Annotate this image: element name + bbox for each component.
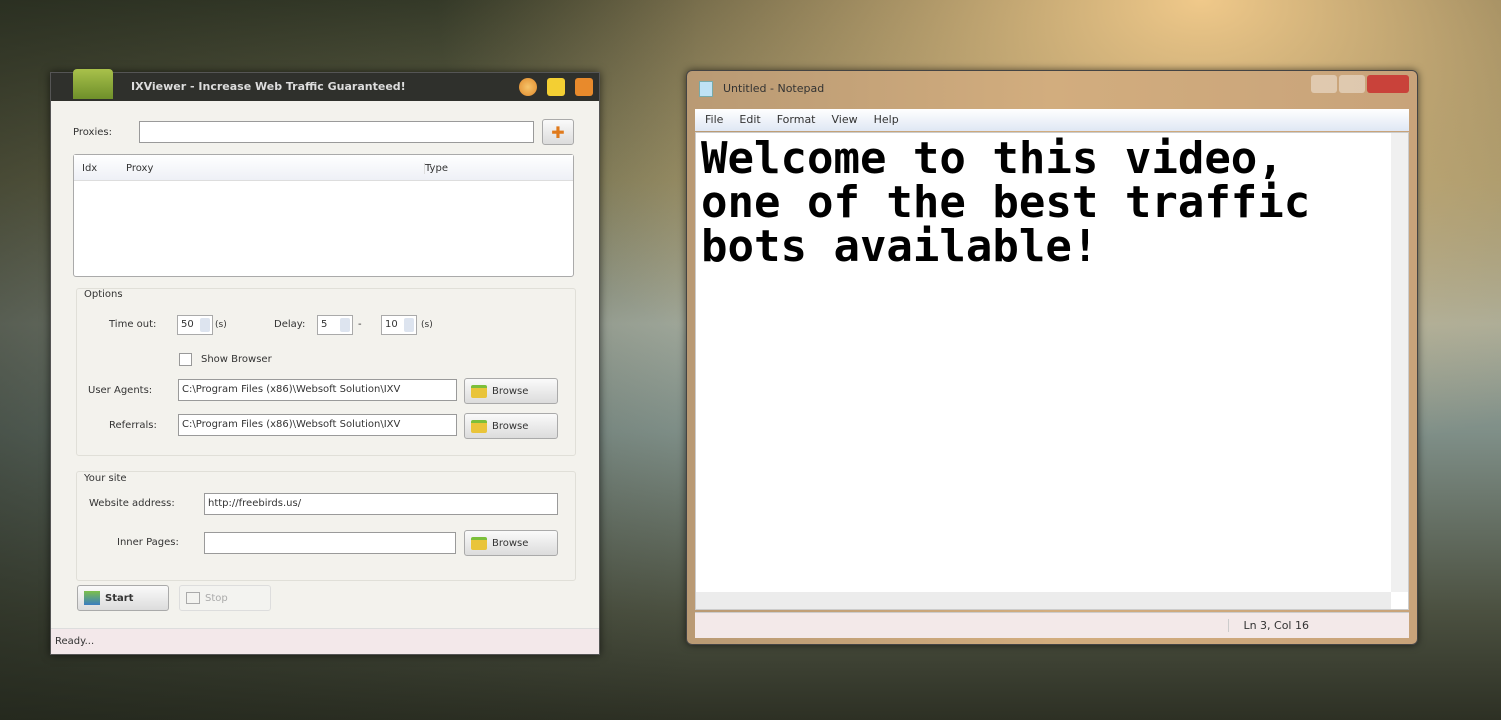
title-bar[interactable]: IXViewer - Increase Web Traffic Guarante… [51,69,599,101]
options-label: Options [84,289,123,300]
timeout-value: 50 [181,319,194,330]
delay-min-value: 5 [321,319,328,330]
menu-bar: File Edit Format View Help [695,109,1409,131]
text-editor[interactable]: Welcome to this video, one of the best t… [695,132,1409,610]
user-agents-label: User Agents: [88,385,153,396]
user-agents-browse-button[interactable]: Browse [464,378,558,404]
timeout-spinner[interactable]: 50 [177,315,213,335]
your-site-group [76,471,576,581]
menu-format[interactable]: Format [777,113,816,127]
status-bar: Ln 3, Col 16 [695,612,1409,638]
minimize-button[interactable] [547,78,565,96]
window-title: IXViewer - Increase Web Traffic Guarante… [131,80,406,93]
horizontal-scrollbar[interactable] [696,592,1391,609]
stop-label: Stop [205,592,228,604]
start-icon [84,591,100,605]
delay-max-value: 10 [385,319,398,330]
browse-label: Browse [492,420,529,432]
website-address-label: Website address: [89,498,175,509]
referrals-browse-button[interactable]: Browse [464,413,558,439]
browse-label: Browse [492,385,529,397]
column-idx[interactable]: Idx [82,163,97,174]
proxies-label: Proxies: [73,127,112,138]
notepad-icon [699,81,713,97]
folder-icon [471,384,487,398]
website-address-input[interactable]: http://freebirds.us/ [204,493,558,515]
cursor-position: Ln 3, Col 16 [1228,619,1309,632]
add-proxies-button[interactable]: ✚ [542,119,574,145]
vertical-scrollbar[interactable] [1391,133,1408,592]
delay-label: Delay: [274,319,306,330]
delay-min-spinner[interactable]: 5 [317,315,353,335]
menu-file[interactable]: File [705,113,723,127]
user-agents-input[interactable]: C:\Program Files (x86)\Websoft Solution\… [178,379,457,401]
status-bar: Ready... [51,628,599,654]
your-site-label: Your site [84,473,127,484]
close-button[interactable] [1367,75,1409,93]
maximize-button[interactable] [1339,75,1365,93]
status-text: Ready... [55,636,95,647]
referrals-input[interactable]: C:\Program Files (x86)\Websoft Solution\… [178,414,457,436]
timeout-unit: (s) [215,320,227,330]
help-icon[interactable] [519,78,537,96]
folder-icon [471,536,487,550]
window-title: Untitled - Notepad [723,82,825,95]
ixviewer-window: IXViewer - Increase Web Traffic Guarante… [50,69,600,655]
start-button[interactable]: Start [77,585,169,611]
notepad-window: Untitled - Notepad File Edit Format View… [686,70,1418,645]
start-label: Start [105,592,134,604]
inner-pages-label: Inner Pages: [117,537,179,548]
delay-unit: (s) [421,320,433,330]
proxies-input[interactable] [139,121,534,143]
app-logo-icon [73,69,113,99]
inner-pages-input[interactable] [204,532,456,554]
timeout-label: Time out: [109,319,157,330]
menu-help[interactable]: Help [874,113,899,127]
menu-edit[interactable]: Edit [739,113,760,127]
show-browser-checkbox[interactable] [179,353,192,366]
folder-icon [471,419,487,433]
stop-button[interactable]: Stop [179,585,271,611]
editor-content[interactable]: Welcome to this video, one of the best t… [701,137,1310,269]
column-type[interactable]: Type [424,163,448,174]
proxy-list[interactable]: Idx Proxy Type [73,154,574,277]
stop-icon [186,592,200,604]
show-browser-label: Show Browser [201,354,272,365]
delay-separator: - [358,319,362,330]
column-proxy[interactable]: Proxy [126,163,153,174]
browse-label: Browse [492,537,529,549]
referrals-label: Referrals: [109,420,157,431]
close-button[interactable] [575,78,593,96]
inner-pages-browse-button[interactable]: Browse [464,530,558,556]
menu-view[interactable]: View [832,113,858,127]
delay-max-spinner[interactable]: 10 [381,315,417,335]
minimize-button[interactable] [1311,75,1337,93]
